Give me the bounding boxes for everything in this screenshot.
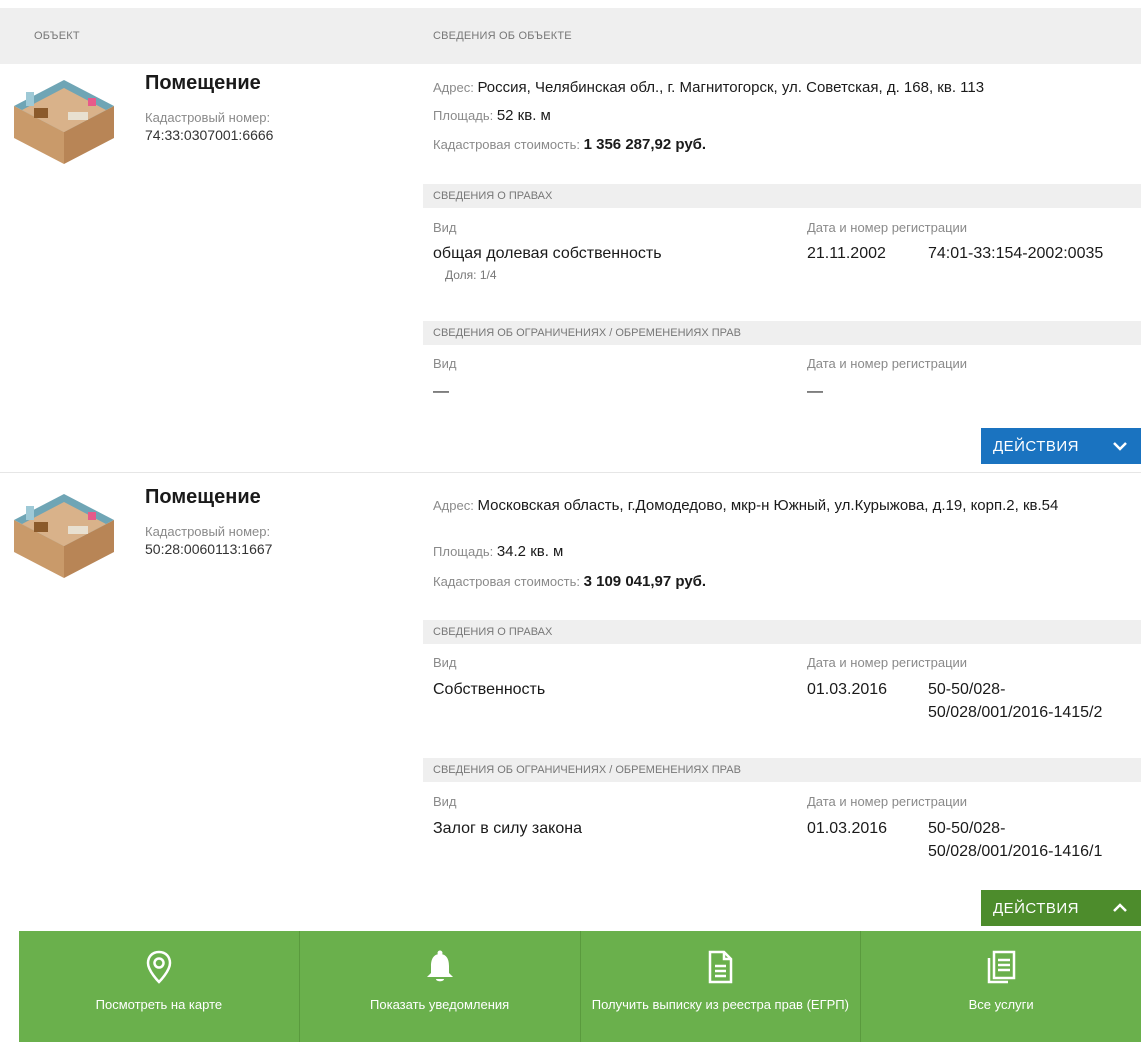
restrictions-col-reg: Дата и номер регистрации [807, 356, 968, 371]
cost-value: 1 356 287,92 руб. [583, 136, 707, 153]
address-value: Московская область, г.Домодедово, мкр-н … [477, 497, 1059, 514]
area-value: 52 кв. м [496, 107, 551, 124]
restrictions-reg-date: 01.03.2016 [807, 820, 888, 837]
cadastral-number-value: 50:28:0060113:1667 [145, 541, 273, 557]
rights-section-title: СВЕДЕНИЯ О ПРАВАХ [433, 626, 553, 638]
actions-button-label: ДЕЙСТВИЯ [992, 437, 1079, 455]
object-type-title[interactable]: Помещение [145, 486, 261, 509]
rights-section-header: СВЕДЕНИЯ О ПРАВАХ [423, 184, 1141, 208]
restrictions-col-type: Вид [433, 794, 457, 809]
restrictions-section-title: СВЕДЕНИЯ ОБ ОГРАНИЧЕНИЯХ / ОБРЕМЕНЕНИЯХ … [433, 764, 741, 776]
all-services-label: Все услуги [968, 997, 1034, 1012]
address-value: Россия, Челябинская обл., г. Магнитогорс… [477, 79, 985, 96]
actions-button-label: ДЕЙСТВИЯ [992, 899, 1079, 917]
bell-icon [420, 947, 460, 987]
column-header-info: СВЕДЕНИЯ ОБ ОБЪЕКТЕ [433, 30, 572, 42]
get-egrp-extract-button[interactable]: Получить выписку из реестра прав (ЕГРП) [581, 931, 862, 1042]
cost-line: Кадастровая стоимость: 1 356 287,92 руб. [433, 136, 706, 153]
rights-col-reg: Дата и номер регистрации [807, 220, 968, 235]
all-services-button[interactable]: Все услуги [861, 931, 1141, 1042]
results-table-header: ОБЪЕКТ СВЕДЕНИЯ ОБ ОБЪЕКТЕ [0, 8, 1141, 64]
address-line: Адрес: Россия, Челябинская обл., г. Магн… [433, 76, 1133, 99]
address-label: Адрес: [433, 498, 474, 513]
restrictions-reg-number-line1: 50-50/028- [928, 820, 1006, 837]
room-thumbnail-icon [14, 494, 114, 578]
restrictions-section-header: СВЕДЕНИЯ ОБ ОГРАНИЧЕНИЯХ / ОБРЕМЕНЕНИЯХ … [423, 321, 1141, 345]
cost-line: Кадастровая стоимость: 3 109 041,97 руб. [433, 573, 706, 590]
rights-reg-date: 21.11.2002 [807, 245, 886, 262]
rights-type-value: Собственность [433, 681, 546, 698]
rights-share-value: Доля: 1/4 [445, 268, 497, 282]
actions-menu: Посмотреть на карте Показать уведомления… [19, 931, 1141, 1042]
cost-label: Кадастровая стоимость: [433, 137, 580, 152]
restrictions-type-value: Залог в силу закона [433, 820, 582, 837]
chevron-down-icon [1099, 441, 1141, 451]
chevron-up-icon [1099, 903, 1141, 913]
show-notifications-label: Показать уведомления [370, 997, 510, 1012]
view-on-map-button[interactable]: Посмотреть на карте [19, 931, 300, 1042]
room-thumbnail-icon [14, 80, 114, 164]
rights-col-type: Вид [433, 655, 457, 670]
column-header-object: ОБЪЕКТ [34, 30, 80, 42]
rights-reg-number-line2: 50/028/001/2016-1415/2 [928, 704, 1103, 721]
rights-reg-number: 74:01-33:154-2002:0035 [928, 245, 1104, 262]
rights-reg-date: 01.03.2016 [807, 681, 888, 698]
object-type-title[interactable]: Помещение [145, 72, 261, 95]
restrictions-reg-value: — [807, 383, 823, 400]
map-pin-icon [139, 947, 179, 987]
area-line: Площадь: 52 кв. м [433, 107, 551, 124]
actions-button[interactable]: ДЕЙСТВИЯ [980, 890, 1141, 926]
show-notifications-button[interactable]: Показать уведомления [300, 931, 581, 1042]
cadastral-number-label: Кадастровый номер: [145, 524, 271, 539]
address-line: Адрес: Московская область, г.Домодедово,… [433, 494, 1133, 517]
cadastral-number-value: 74:33:0307001:6666 [145, 127, 274, 143]
row-divider [0, 472, 1141, 473]
actions-button[interactable]: ДЕЙСТВИЯ [980, 428, 1141, 464]
cost-label: Кадастровая стоимость: [433, 574, 580, 589]
address-label: Адрес: [433, 80, 474, 95]
document-icon [700, 947, 740, 987]
rights-type-value: общая долевая собственность [433, 245, 662, 262]
rights-section-title: СВЕДЕНИЯ О ПРАВАХ [433, 190, 553, 202]
restrictions-section-title: СВЕДЕНИЯ ОБ ОГРАНИЧЕНИЯХ / ОБРЕМЕНЕНИЯХ … [433, 327, 741, 339]
restrictions-section-header: СВЕДЕНИЯ ОБ ОГРАНИЧЕНИЯХ / ОБРЕМЕНЕНИЯХ … [423, 758, 1141, 782]
area-label: Площадь: [433, 108, 494, 123]
rights-section-header: СВЕДЕНИЯ О ПРАВАХ [423, 620, 1141, 644]
restrictions-col-reg: Дата и номер регистрации [807, 794, 968, 809]
rights-col-type: Вид [433, 220, 457, 235]
rights-col-reg: Дата и номер регистрации [807, 655, 968, 670]
view-on-map-label: Посмотреть на карте [95, 997, 223, 1012]
get-egrp-extract-label: Получить выписку из реестра прав (ЕГРП) [591, 997, 849, 1012]
area-label: Площадь: [433, 544, 494, 559]
restrictions-col-type: Вид [433, 356, 457, 371]
restrictions-reg-number-line2: 50/028/001/2016-1416/1 [928, 843, 1103, 860]
restrictions-type-value: — [433, 383, 449, 400]
documents-stack-icon [981, 947, 1021, 987]
cadastral-number-label: Кадастровый номер: [145, 110, 271, 125]
rights-reg-number-line1: 50-50/028- [928, 681, 1006, 698]
cost-value: 3 109 041,97 руб. [583, 573, 707, 590]
area-value: 34.2 кв. м [496, 543, 564, 560]
area-line: Площадь: 34.2 кв. м [433, 543, 563, 560]
